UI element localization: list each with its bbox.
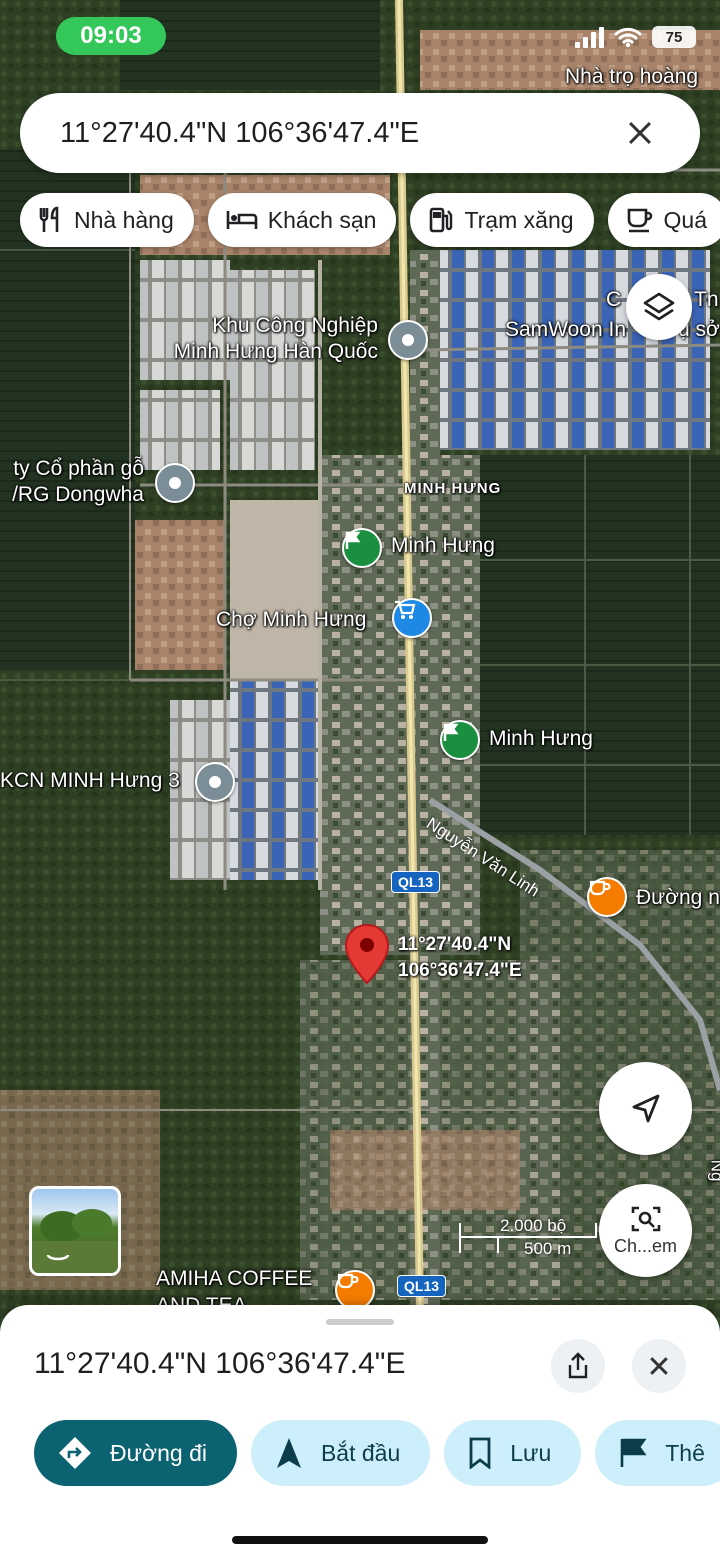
street-view-thumbnail[interactable] xyxy=(29,1186,121,1276)
start-button[interactable]: Bắt đầu xyxy=(250,1420,431,1486)
amiha-line1: AMIHA COFFEE xyxy=(156,1267,313,1290)
chip-label: Quá xyxy=(663,206,708,233)
bookmark-icon xyxy=(469,1437,491,1469)
clear-search-icon[interactable] xyxy=(620,113,660,153)
map-label-minh-hung-2[interactable]: Minh Hưng xyxy=(489,726,593,752)
chip-hotels[interactable]: Khách sạn xyxy=(207,193,397,247)
share-icon xyxy=(568,1352,588,1379)
gas-station-icon xyxy=(430,207,453,233)
map-label-duong[interactable]: Đường n xyxy=(636,885,720,911)
save-button[interactable]: Lưu xyxy=(444,1420,582,1486)
government-flag-icon[interactable] xyxy=(440,720,480,760)
map-area-label: MINH HƯNG xyxy=(404,480,502,497)
scale-imperial: 2.000 bộ xyxy=(500,1216,567,1235)
start-label: Bắt đầu xyxy=(320,1439,401,1466)
place-pin-icon[interactable] xyxy=(388,320,428,360)
map-label-nha-tro[interactable]: Nhà trọ hoàng xyxy=(565,64,698,90)
search-bar[interactable]: 11°27'40.4"N 106°36'47.4"E xyxy=(20,93,700,173)
map-label-kcn-minh-hung-hq[interactable]: Khu Công Nghiệp Minh Hưng Hàn Quốc xyxy=(150,313,378,366)
directions-button[interactable]: Đường đi xyxy=(34,1420,237,1486)
save-label: Lưu xyxy=(510,1439,552,1466)
coffee-icon[interactable] xyxy=(587,877,627,917)
chip-coffee[interactable]: Quá xyxy=(607,193,720,247)
flag-icon xyxy=(620,1438,647,1467)
sheet-title: 11°27'40.4"N 106°36'47.4"E xyxy=(34,1347,406,1380)
navigation-arrow-icon xyxy=(632,1094,659,1122)
action-buttons: Đường đi Bắt đầu Lưu Thê xyxy=(34,1420,720,1486)
status-icons: 75 xyxy=(575,26,696,48)
sheet-drag-handle[interactable] xyxy=(326,1319,394,1325)
chip-label: Trạm xăng xyxy=(464,206,574,233)
shopping-cart-icon[interactable] xyxy=(392,598,432,638)
place-pin-icon[interactable] xyxy=(155,463,195,503)
pin-lat: 11°27'40.4"N xyxy=(398,934,512,955)
cellular-signal-icon xyxy=(575,26,604,48)
map-label-minh-hung-1[interactable]: Minh Hưng xyxy=(391,533,495,559)
pin-coordinates-label: 11°27'40.4"N 106°36'47.4"E xyxy=(398,932,522,983)
home-indicator[interactable] xyxy=(232,1536,488,1544)
government-flag-icon[interactable] xyxy=(342,528,382,568)
map-layers-button[interactable] xyxy=(626,274,692,340)
layers-icon xyxy=(643,292,675,321)
scale-metric: 500 m xyxy=(524,1239,572,1258)
map-label-cho-minh-hung[interactable]: Chợ Minh Hưng xyxy=(216,607,366,633)
route-shield-ql13-lower: QL13 xyxy=(397,1275,447,1297)
search-query[interactable]: 11°27'40.4"N 106°36'47.4"E xyxy=(60,117,620,150)
wifi-icon xyxy=(614,27,642,48)
category-chips: Nhà hàng Khách sạn Trạm xăng Quá xyxy=(20,193,720,247)
close-icon xyxy=(639,1346,679,1386)
chip-gas-stations[interactable]: Trạm xăng xyxy=(410,193,594,247)
map-label-company-2[interactable]: Tn xyxy=(694,287,719,313)
battery-icon: 75 xyxy=(652,26,696,48)
kcn-hq-line1: Khu Công Nghiệp xyxy=(212,314,378,337)
chip-restaurants[interactable]: Nhà hàng xyxy=(20,193,194,247)
add-label-button[interactable]: Thê xyxy=(595,1420,720,1486)
dongwha-line2: /RG Dongwha xyxy=(12,483,144,507)
restaurant-icon xyxy=(39,206,59,232)
camera-search-icon xyxy=(631,1206,660,1232)
chip-label: Khách sạn xyxy=(267,206,377,233)
place-bottom-sheet[interactable]: 11°27'40.4"N 106°36'47.4"E Đường đi Bắt … xyxy=(0,1305,720,1557)
place-pin-icon[interactable] xyxy=(195,762,235,802)
map-label-side-road: Ng xyxy=(707,1159,720,1182)
map-label-kcn-minh-hung-3[interactable]: KCN MINH Hưng 3 xyxy=(0,768,180,794)
kcn-hq-line2: Minh Hưng Hàn Quốc xyxy=(173,340,378,364)
lens-label: Ch...em xyxy=(613,1236,678,1256)
pin-lng: 106°36'47.4"E xyxy=(398,959,522,981)
street-view-image xyxy=(32,1209,118,1273)
dongwha-line1: ty Cổ phần gỗ xyxy=(13,457,144,480)
coffee-icon[interactable] xyxy=(335,1270,375,1310)
close-sheet-button[interactable] xyxy=(632,1339,686,1393)
lens-button[interactable]: Ch...em xyxy=(599,1184,692,1277)
status-time: 09:03 xyxy=(56,17,166,55)
directions-label: Đường đi xyxy=(110,1439,207,1466)
navigation-arrow-icon xyxy=(276,1438,301,1468)
directions-icon xyxy=(59,1437,91,1469)
coffee-icon xyxy=(627,208,652,233)
hotel-icon xyxy=(226,211,258,229)
share-button[interactable] xyxy=(551,1339,605,1393)
map-label-dongwha[interactable]: ty Cổ phần gỗ /RG Dongwha xyxy=(0,456,144,509)
chip-label: Nhà hàng xyxy=(74,206,174,233)
map-scale: 2.000 bộ 500 m xyxy=(458,1213,598,1267)
map-label-samwoon[interactable]: SamWoon In xyxy=(505,317,626,343)
my-location-button[interactable] xyxy=(599,1062,692,1155)
route-shield-ql13: QL13 xyxy=(391,871,441,893)
map-label-company[interactable]: C xyxy=(606,287,621,313)
add-label-label: Thê xyxy=(665,1439,705,1466)
